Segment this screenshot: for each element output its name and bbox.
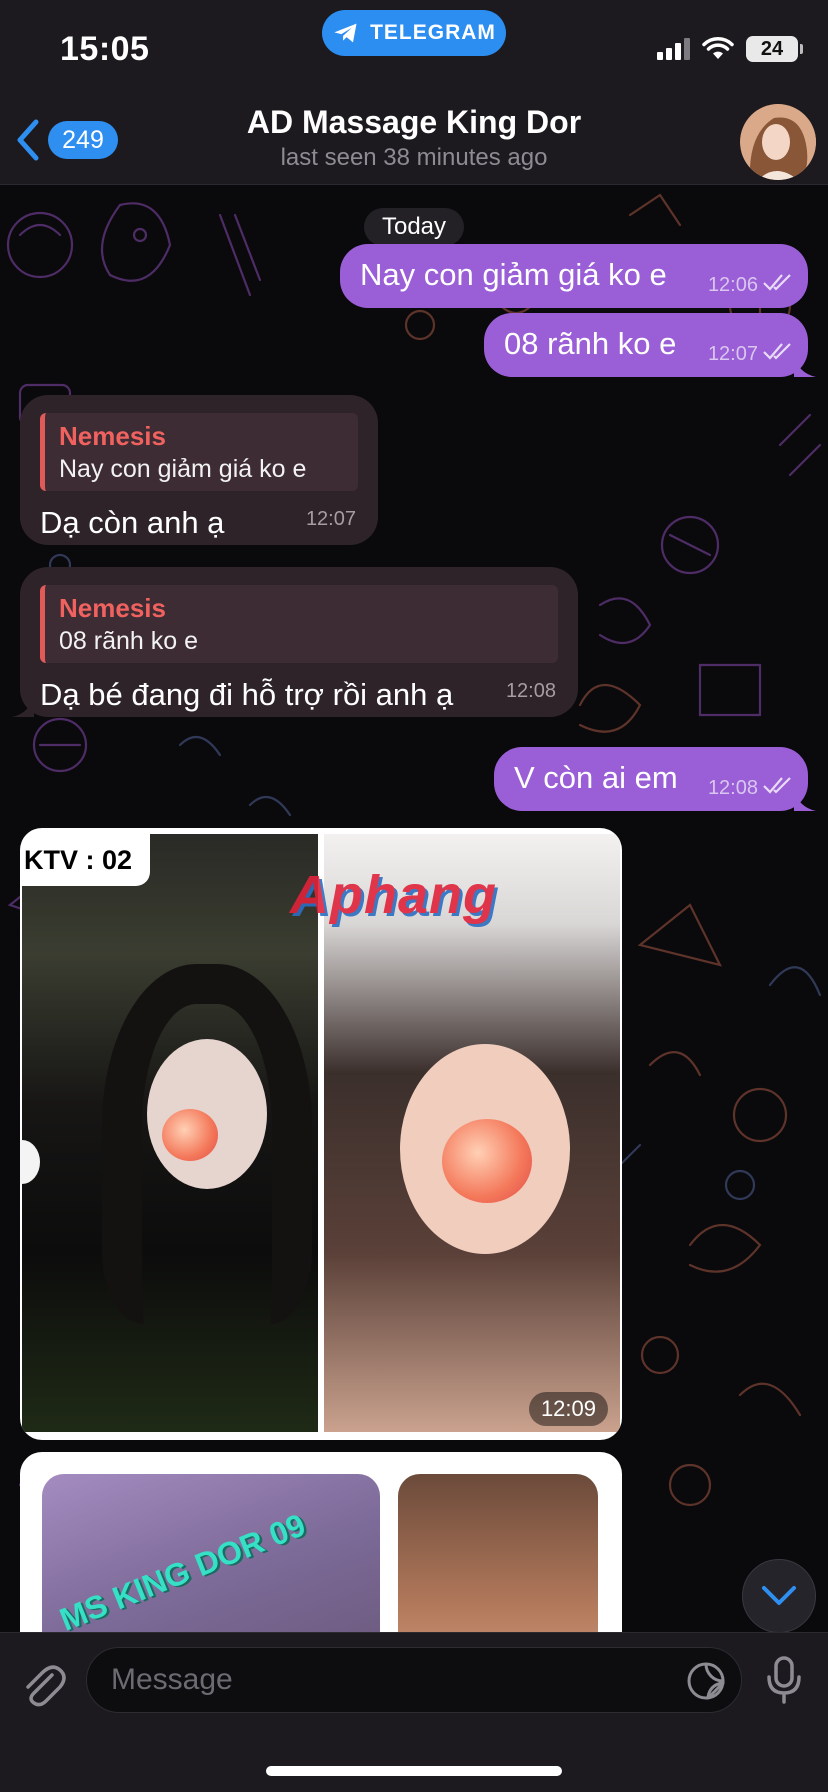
avatar-photo (740, 104, 816, 180)
message-composer (0, 1632, 828, 1792)
message-bubble-outgoing[interactable]: 08 rãnh ko e 12:07 (484, 313, 816, 377)
chat-title[interactable]: AD Massage King Dor (0, 104, 828, 141)
reply-quoted-text: Nay con giảm giá ko e (59, 455, 307, 483)
message-text: 08 rãnh ko e (504, 326, 677, 361)
signal-icon (657, 38, 690, 60)
status-bar: 15:05 TELEGRAM 24 (0, 0, 828, 100)
message-text: Dạ còn anh ạ (40, 505, 225, 540)
telegram-plane-icon (334, 23, 357, 43)
message-time: 12:08 (707, 776, 758, 799)
message-meta: 12:07 (708, 342, 794, 366)
double-check-icon (762, 776, 794, 800)
double-check-icon (762, 273, 794, 297)
message-input[interactable] (86, 1647, 742, 1713)
system-icons: 24 (657, 36, 803, 62)
last-seen-status: last seen 38 minutes ago (280, 144, 548, 171)
ktv-label: KTV : 02 (22, 834, 150, 886)
message-bubble-outgoing[interactable]: Nay con giảm giá ko e 12:06 (340, 244, 808, 308)
message-meta: 12:08 (708, 776, 794, 800)
date-separator: Today (364, 208, 464, 246)
photo-right-panel (398, 1474, 598, 1632)
message-text: Nay con giảm giá ko e (360, 257, 667, 292)
reply-quote[interactable]: Nemesis 08 rãnh ko e (40, 585, 558, 663)
wifi-icon (702, 37, 734, 59)
message-time: 12:09 (528, 1392, 608, 1426)
chat-messages-area[interactable]: Today Nay con giảm giá ko e 12:06 08 rãn… (0, 185, 828, 1632)
watermark-text: Aphang (290, 865, 497, 925)
telegram-pill-label: TELEGRAM (370, 21, 496, 44)
telegram-pill[interactable]: TELEGRAM (322, 10, 506, 56)
battery-icon: 24 (746, 36, 803, 62)
message-meta: 12:06 (708, 273, 794, 297)
double-check-icon (762, 342, 794, 366)
home-indicator[interactable] (266, 1766, 562, 1776)
bubble-tail (794, 355, 816, 377)
photo-left-panel: MS KING DOR 09 (42, 1474, 380, 1632)
scroll-to-bottom-button[interactable] (742, 1559, 816, 1632)
message-time: 12:06 (707, 273, 758, 296)
peach-sticker-icon (162, 1109, 218, 1161)
microphone-icon[interactable] (764, 1655, 804, 1705)
photo-overlay-text: MS KING DOR 09 (54, 1506, 311, 1632)
photo-left-panel (22, 834, 318, 1432)
reply-sender-name: Nemesis (59, 421, 166, 451)
message-text: Dạ bé đang đi hỗ trợ rồi anh ạ (40, 677, 454, 712)
reply-sender-name: Nemesis (59, 593, 166, 623)
avatar[interactable] (740, 104, 816, 180)
sticker-icon[interactable] (686, 1661, 726, 1701)
message-bubble-incoming[interactable]: Nemesis Nay con giảm giá ko e Dạ còn anh… (20, 395, 378, 545)
message-time: 12:07 (305, 508, 356, 530)
peach-sticker-icon (442, 1119, 532, 1203)
reply-quoted-text: 08 rãnh ko e (59, 627, 198, 655)
status-time: 15:05 (60, 30, 150, 68)
bubble-tail (794, 789, 816, 811)
message-time: 12:08 (505, 680, 556, 702)
paperclip-icon[interactable] (20, 1661, 66, 1709)
bubble-tail (12, 695, 34, 717)
message-bubble-incoming[interactable]: Nemesis 08 rãnh ko e Dạ bé đang đi hỗ tr… (12, 567, 578, 717)
message-text: V còn ai em (514, 760, 678, 795)
photo-message[interactable]: KTV : 02 Aphang 12:09 (20, 828, 622, 1440)
chat-header: 249 AD Massage King Dor last seen 38 min… (0, 100, 828, 185)
chevron-down-icon (762, 1586, 796, 1605)
photo-message[interactable]: MS KING DOR 09 (20, 1452, 622, 1632)
reply-quote[interactable]: Nemesis Nay con giảm giá ko e (40, 413, 358, 491)
message-time: 12:07 (707, 342, 758, 365)
message-bubble-outgoing[interactable]: V còn ai em 12:08 (494, 747, 816, 811)
